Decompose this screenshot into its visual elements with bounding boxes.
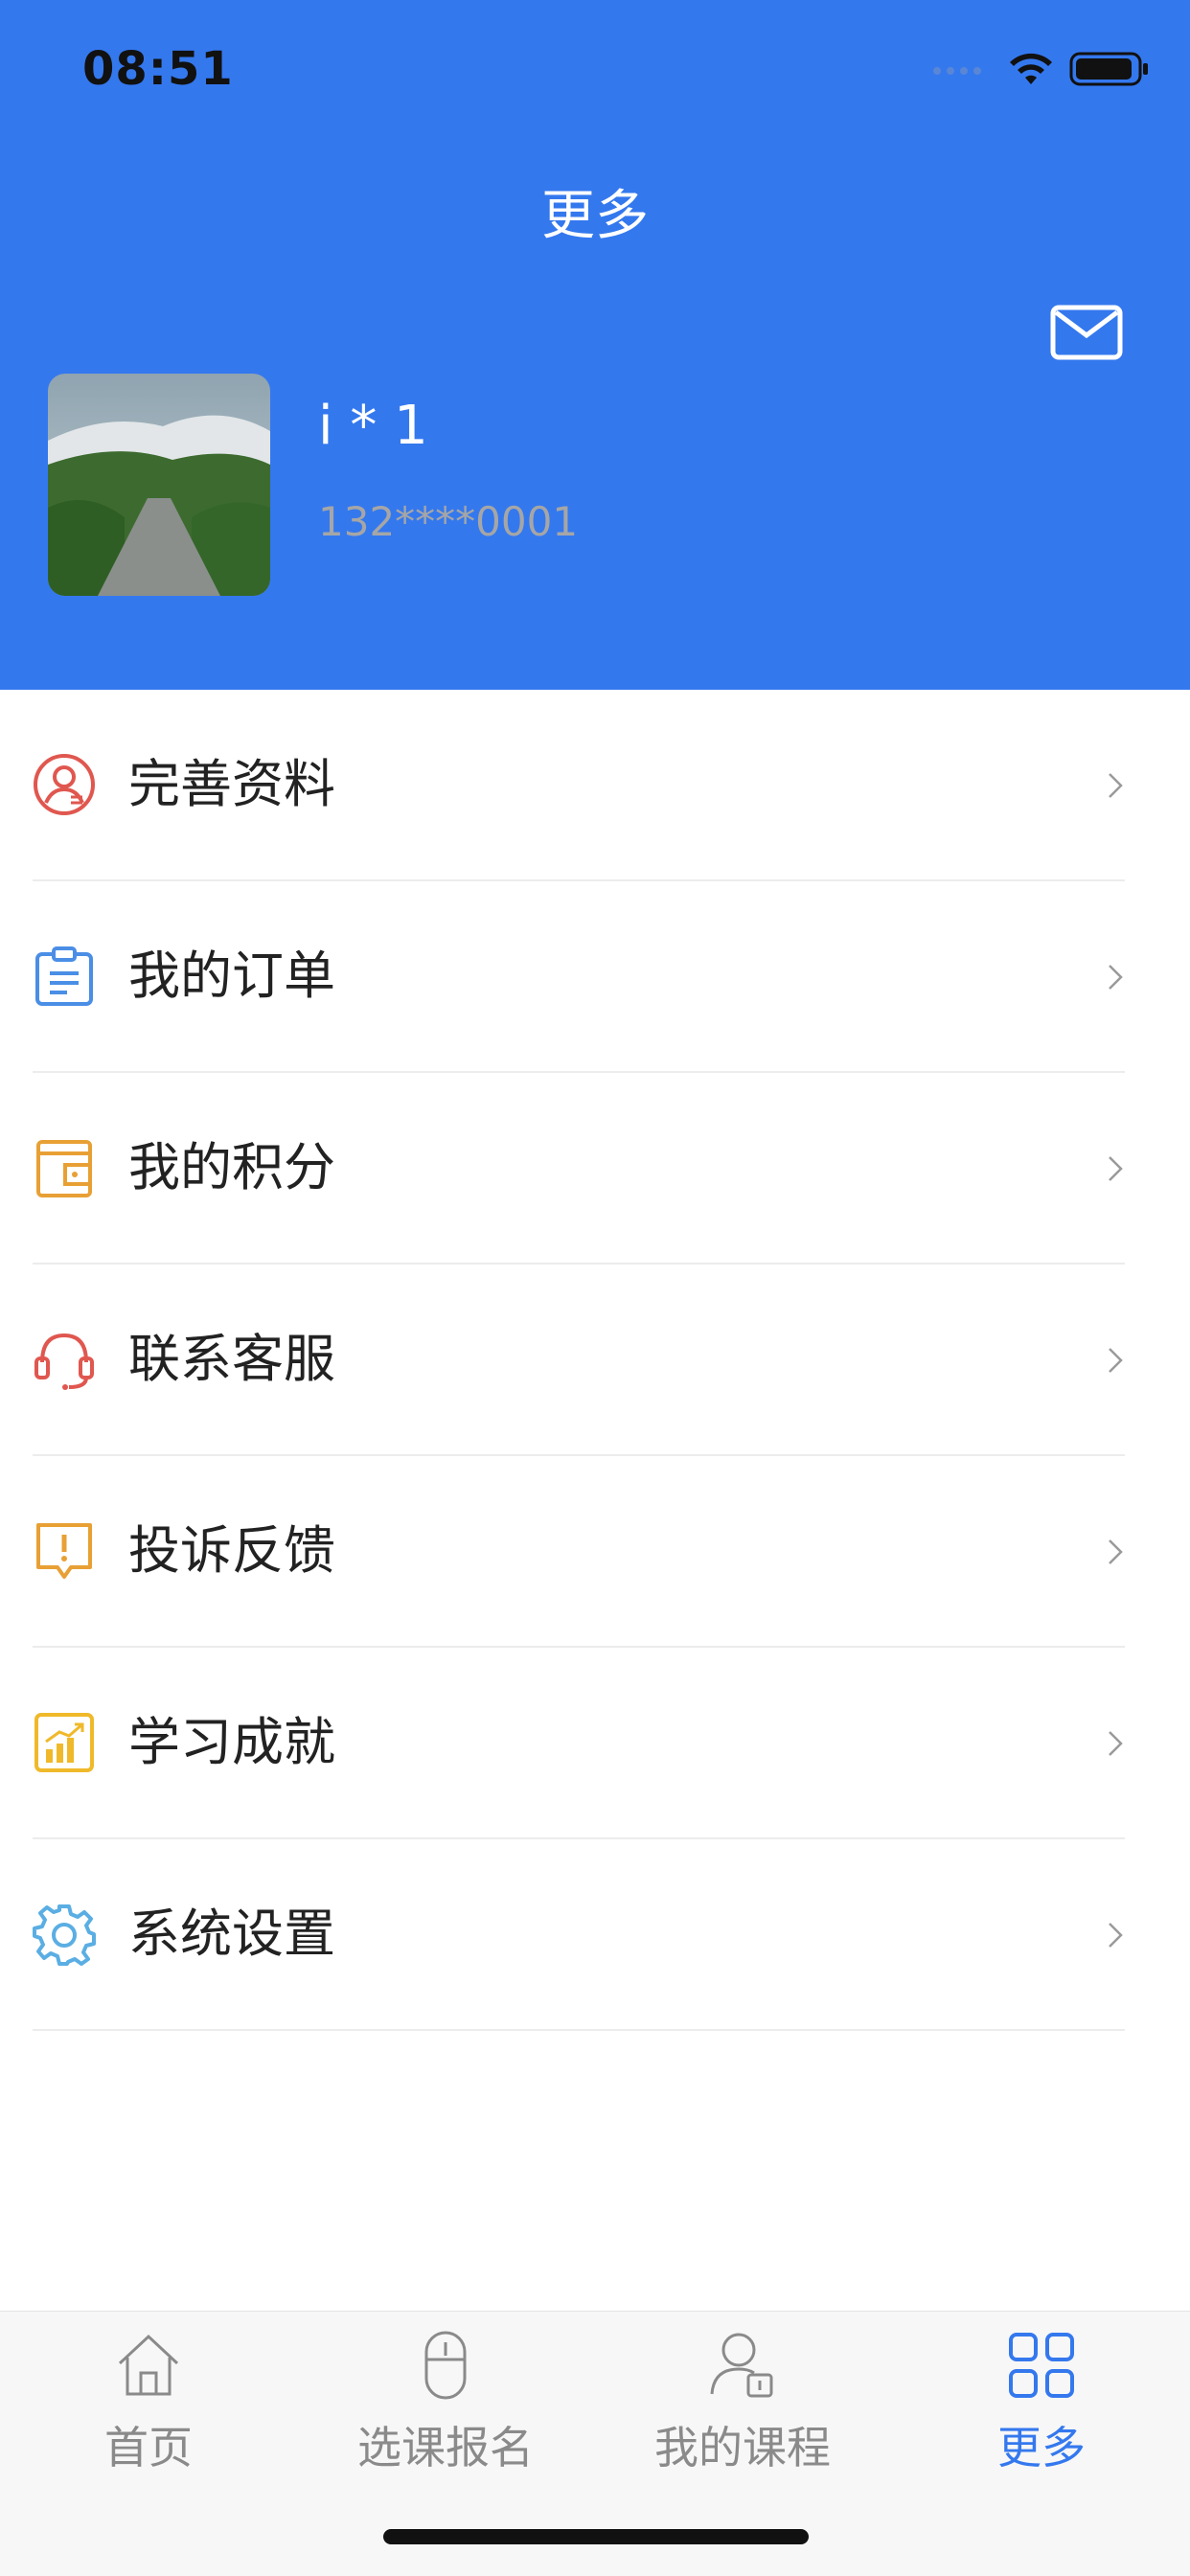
menu-item-label: 我的积分 — [128, 1137, 335, 1197]
user-phone: 132****0001 — [318, 498, 579, 545]
user-profile-icon — [34, 754, 95, 815]
menu-item-label: 我的订单 — [128, 946, 335, 1006]
user-course-icon — [710, 2333, 773, 2398]
chevron-right-icon — [1109, 773, 1123, 798]
chart-icon — [34, 1713, 94, 1772]
chevron-right-icon — [1109, 1348, 1123, 1373]
headset-icon — [34, 1333, 94, 1390]
menu-item-orders[interactable]: 我的订单 — [33, 881, 1125, 1073]
tab-course-enroll[interactable]: 选课报名 — [297, 2329, 594, 2473]
menu-item-profile[interactable]: 完善资料 — [33, 690, 1125, 881]
status-icons — [931, 50, 1152, 88]
tab-label: 首页 — [104, 2422, 193, 2473]
user-name: i * 1 — [318, 395, 428, 457]
menu-item-label: 投诉反馈 — [128, 1520, 335, 1581]
chevron-right-icon — [1109, 1156, 1123, 1181]
menu-item-points[interactable]: 我的积分 — [33, 1073, 1125, 1265]
chevron-right-icon — [1109, 1539, 1123, 1564]
tab-label: 更多 — [997, 2422, 1086, 2473]
tab-my-courses[interactable]: 我的课程 — [594, 2329, 891, 2473]
profile-header: 08:51 更多 i * 1 132****0001 — [0, 0, 1190, 690]
tab-label: 我的课程 — [654, 2422, 831, 2473]
clipboard-icon — [35, 946, 93, 1006]
tab-label: 选课报名 — [357, 2422, 534, 2473]
menu-list: 完善资料 我的订单 我的积分 联系客服 投诉反馈 学习成就 系统设置 — [0, 690, 1190, 2031]
mouse-icon — [424, 2331, 467, 2400]
chevron-right-icon — [1109, 1731, 1123, 1756]
menu-item-settings[interactable]: 系统设置 — [33, 1839, 1125, 2031]
menu-item-feedback[interactable]: 投诉反馈 — [33, 1456, 1125, 1648]
home-indicator — [383, 2529, 809, 2544]
tab-more[interactable]: 更多 — [893, 2329, 1190, 2473]
tab-home[interactable]: 首页 — [0, 2329, 297, 2473]
menu-item-label: 完善资料 — [128, 754, 335, 814]
menu-item-support[interactable]: 联系客服 — [33, 1265, 1125, 1456]
status-indicators-icon — [933, 52, 1148, 86]
gear-icon — [33, 1904, 96, 1966]
status-time: 08:51 — [82, 42, 234, 96]
menu-item-achievements[interactable]: 学习成就 — [33, 1648, 1125, 1839]
chevron-right-icon — [1109, 965, 1123, 990]
avatar-photo — [48, 374, 270, 596]
grid-icon — [1009, 2333, 1074, 2398]
alert-message-icon — [36, 1523, 92, 1579]
chevron-right-icon — [1109, 1923, 1123, 1948]
home-icon — [118, 2334, 179, 2396]
menu-item-label: 联系客服 — [128, 1329, 335, 1389]
menu-item-label: 系统设置 — [128, 1904, 335, 1964]
message-button[interactable] — [1050, 305, 1123, 360]
avatar[interactable] — [48, 374, 270, 596]
page-title: 更多 — [541, 185, 649, 247]
mail-icon — [1050, 305, 1123, 360]
menu-item-label: 学习成就 — [128, 1712, 335, 1772]
wallet-icon — [36, 1140, 92, 1197]
